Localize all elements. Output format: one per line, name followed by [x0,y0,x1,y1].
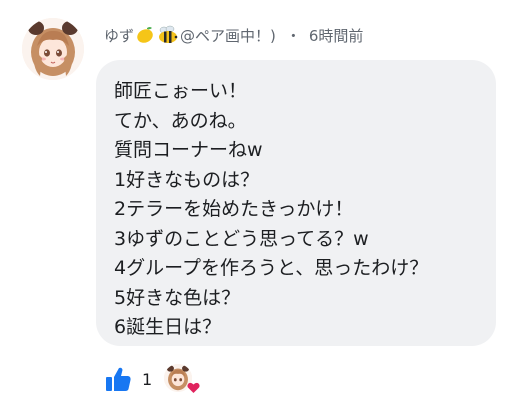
comment-line: 質問コーナーねw [114,139,263,161]
meta-separator: ・ [285,26,301,45]
comment-line: 師匠こぉーい！ [114,80,248,102]
author-avatar[interactable] [22,18,84,80]
reactions-row: 1 [104,362,200,396]
lemon-icon [137,27,153,43]
reactor-avatar-wrapper[interactable] [164,364,200,394]
comment-line: 6誕生日は？ [114,316,222,338]
bee-icon [159,25,178,43]
author-suffix: @ペア画中！) [180,26,276,45]
comment-line: 5好きな色は？ [114,286,241,309]
comment-line: てか、あのね。 [114,109,247,132]
comment-line: 3ゆずのことどう思ってる？w [114,227,369,250]
author-name[interactable]: ゆず [104,25,134,46]
comment-line: 4グループを作ろうと、思ったわけ？ [114,257,429,279]
heart-icon [187,382,200,393]
comment-line: 1好きなものは？ [114,168,260,191]
comment-line: 2テラーを始めたきっかけ！ [114,198,354,220]
comment-header: ゆず @ペア画中！) ・ 6時間前 [104,22,363,48]
comment-container: ゆず @ペア画中！) ・ 6時間前 師匠こぉーい！ てか、あのね。 質問コーナー… [0,0,512,400]
thumbs-up-icon[interactable] [104,365,132,393]
comment-body: 師匠こぉーい！ てか、あのね。 質問コーナーねw 1好きなものは？ 2テラーを始… [114,77,428,343]
like-count[interactable]: 1 [142,370,152,389]
author-avatar-image [22,18,84,80]
comment-timestamp[interactable]: 6時間前 [309,25,364,46]
